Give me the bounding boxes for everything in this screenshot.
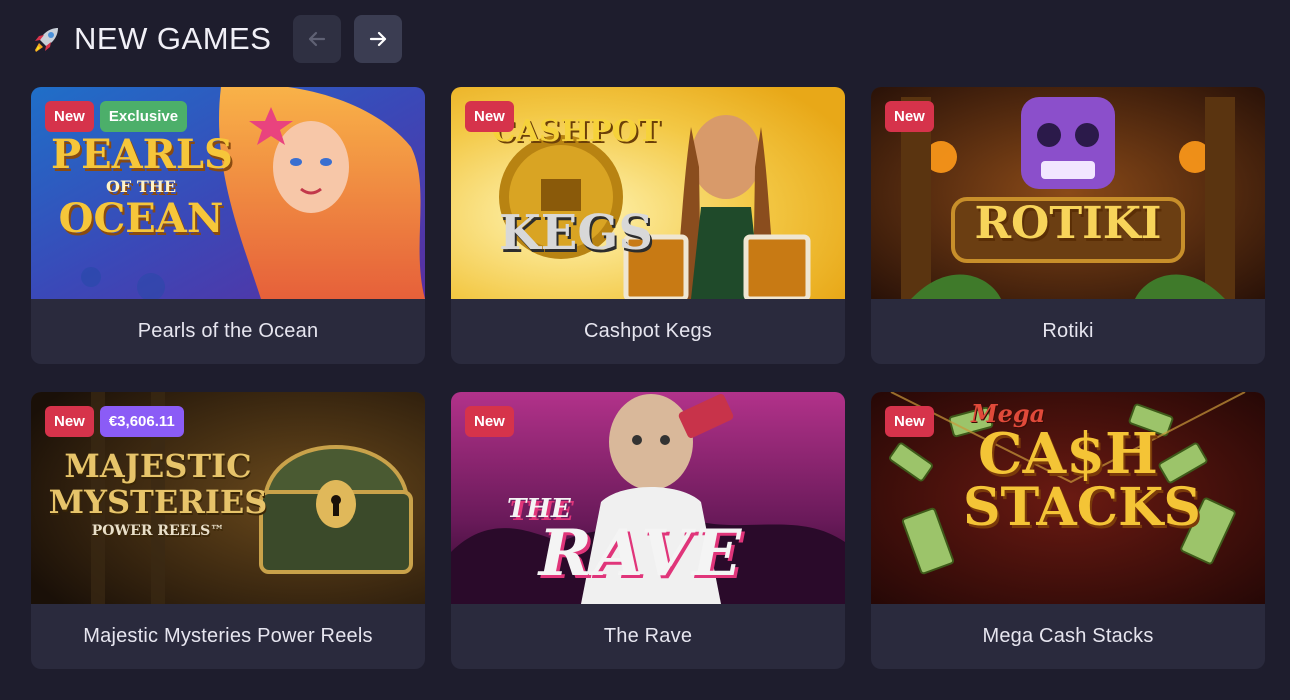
game-title[interactable]: Pearls of the Ocean bbox=[31, 299, 425, 364]
badge-group: New bbox=[465, 101, 514, 132]
badge-group: New Exclusive bbox=[45, 101, 188, 132]
game-card-majestic-mysteries-power-reels[interactable]: MAJESTIC MYSTERIES POWER REELS™ New €3,6… bbox=[31, 392, 425, 669]
game-title[interactable]: Majestic Mysteries Power Reels bbox=[31, 604, 425, 669]
rocket-icon bbox=[30, 22, 64, 56]
new-badge: New bbox=[885, 406, 934, 437]
game-logo: CASHPOT KEGS bbox=[491, 114, 661, 261]
new-badge: New bbox=[885, 101, 934, 132]
new-badge: New bbox=[45, 406, 94, 437]
game-title[interactable]: Mega Cash Stacks bbox=[871, 604, 1265, 669]
game-title[interactable]: Cashpot Kegs bbox=[451, 299, 845, 364]
badge-group: New €3,606.11 bbox=[45, 406, 184, 437]
badge-group: New bbox=[885, 101, 934, 132]
game-card-the-rave[interactable]: THE RAVE New The Rave bbox=[451, 392, 845, 669]
game-logo: Mega CA$H STACKS bbox=[963, 399, 1201, 538]
game-title[interactable]: Rotiki bbox=[871, 299, 1265, 364]
next-button[interactable] bbox=[354, 15, 403, 63]
game-card-cashpot-kegs[interactable]: CASHPOT KEGS New Cashpot Kegs bbox=[451, 87, 845, 364]
game-logo: MAJESTIC MYSTERIES POWER REELS™ bbox=[48, 447, 268, 539]
arrow-right-icon bbox=[370, 31, 387, 47]
new-badge: New bbox=[465, 406, 514, 437]
games-grid: PEARLS OF THE OCEAN New Exclusive Pearls… bbox=[31, 87, 1265, 669]
arrow-left-icon bbox=[309, 31, 326, 47]
new-badge: New bbox=[465, 101, 514, 132]
new-badge: New bbox=[45, 101, 94, 132]
section-header: NEW GAMES bbox=[30, 14, 415, 64]
game-card-pearls-of-the-ocean[interactable]: PEARLS OF THE OCEAN New Exclusive Pearls… bbox=[31, 87, 425, 364]
game-logo: THE RAVE bbox=[507, 494, 744, 591]
jackpot-badge: €3,606.11 bbox=[99, 406, 184, 437]
previous-button[interactable] bbox=[293, 15, 342, 63]
badge-group: New bbox=[885, 406, 934, 437]
game-card-rotiki[interactable]: ROTIKI New Rotiki bbox=[871, 87, 1265, 364]
exclusive-badge: Exclusive bbox=[99, 101, 188, 132]
game-logo: ROTIKI bbox=[974, 198, 1162, 249]
badge-group: New bbox=[465, 406, 514, 437]
section-title: NEW GAMES bbox=[74, 21, 272, 56]
game-card-mega-cash-stacks[interactable]: Mega CA$H STACKS New Mega Cash Stacks bbox=[871, 392, 1265, 669]
game-title[interactable]: The Rave bbox=[451, 604, 845, 669]
game-logo: PEARLS OF THE OCEAN bbox=[51, 131, 233, 242]
